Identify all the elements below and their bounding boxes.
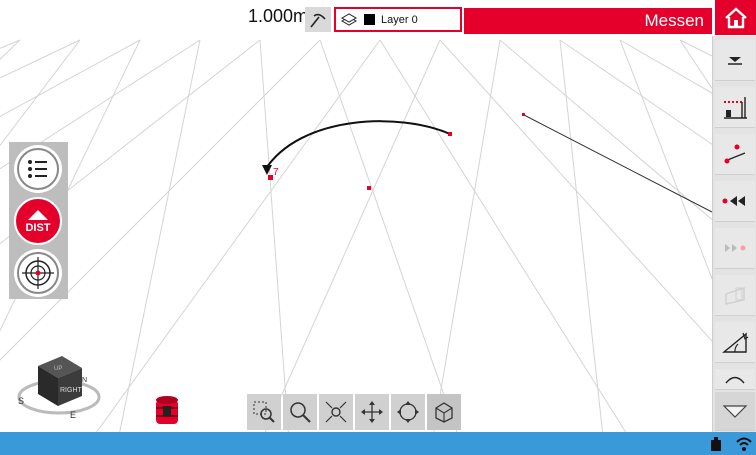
pick-tool-button[interactable] [305, 7, 331, 32]
pan-button[interactable] [355, 394, 389, 430]
box-view-icon [435, 402, 453, 423]
level-measure-button[interactable] [715, 87, 755, 128]
zoom-extents-icon [325, 401, 347, 423]
compass-east: E [70, 410, 76, 420]
triangle-down-icon [722, 405, 748, 418]
forward-icon [725, 244, 746, 252]
point-line-icon [724, 144, 746, 164]
collapse-button[interactable] [715, 40, 755, 81]
floor-grid [0, 39, 756, 455]
dist-button[interactable]: DIST [14, 197, 62, 245]
compass-south: S [18, 396, 24, 406]
pickaxe-icon [310, 13, 326, 27]
grid-scale-label: 1.000m [248, 6, 309, 26]
point-line-button[interactable] [715, 134, 755, 175]
grid-line [429, 39, 501, 455]
grid-line [319, 39, 466, 455]
rewind-button[interactable] [715, 181, 755, 222]
home-icon [724, 6, 747, 28]
point-label: 7 [273, 167, 279, 178]
orbit-icon [397, 401, 419, 423]
status-bar [0, 432, 756, 455]
mode-bar: Messen [464, 8, 712, 34]
grid-line [79, 39, 381, 455]
zoom-icon [290, 402, 311, 423]
layers-icon [340, 12, 358, 26]
list-button[interactable] [14, 145, 62, 193]
triangle-up-icon [28, 209, 48, 220]
level-measure-icon [724, 97, 747, 119]
3d-viewport[interactable]: 7 [0, 0, 756, 455]
left-tool-panel: DIST [9, 142, 68, 299]
view-cube[interactable]: S E N UP RIGHT [14, 352, 104, 422]
grid-line [379, 39, 641, 455]
battery-icon [711, 437, 721, 451]
grid-line [259, 39, 291, 455]
layer-color-swatch [364, 14, 375, 25]
grid-line [559, 39, 606, 455]
box-view-button[interactable] [427, 394, 461, 430]
device-icon[interactable] [150, 392, 186, 428]
arc-button[interactable] [715, 369, 755, 390]
top-bar: 1.000m Layer 0 Messen [0, 0, 756, 36]
angle-icon [722, 332, 749, 353]
arc-arrowhead [262, 165, 272, 175]
measured-arc [264, 120, 451, 171]
bottom-view-toolbar [247, 394, 461, 430]
layer-name: Layer 0 [381, 13, 418, 26]
zoom-extents-button[interactable] [319, 394, 353, 430]
target-button[interactable] [14, 249, 62, 297]
measure-point[interactable] [367, 186, 371, 190]
zoom-window-button[interactable] [247, 394, 281, 430]
cube-top-label: UP [54, 366, 62, 372]
dist-label: DIST [25, 221, 51, 234]
layer-selector[interactable]: Layer 0 [334, 7, 462, 32]
cube-front-label: RIGHT [60, 387, 83, 394]
list-icon [17, 148, 59, 190]
zoom-window-icon [253, 401, 275, 423]
home-button[interactable] [715, 0, 756, 35]
orbit-button[interactable] [391, 394, 425, 430]
rewind-icon [722, 196, 745, 206]
wifi-icon [736, 437, 752, 451]
forward-button[interactable] [715, 228, 755, 269]
wall-icon [725, 287, 745, 305]
zoom-button[interactable] [283, 394, 317, 430]
angle-button[interactable] [715, 322, 755, 363]
measure-point[interactable] [448, 132, 452, 136]
right-tool-panel [712, 36, 756, 432]
pan-icon [361, 401, 383, 423]
grid-line [254, 39, 441, 455]
arc-icon [725, 376, 745, 384]
crosshair-icon [17, 252, 59, 294]
expand-button[interactable] [715, 392, 755, 431]
wall-button[interactable] [715, 275, 755, 316]
mode-label: Messen [644, 11, 704, 30]
compass-north: N [82, 377, 87, 384]
chevron-down-icon [728, 57, 742, 65]
